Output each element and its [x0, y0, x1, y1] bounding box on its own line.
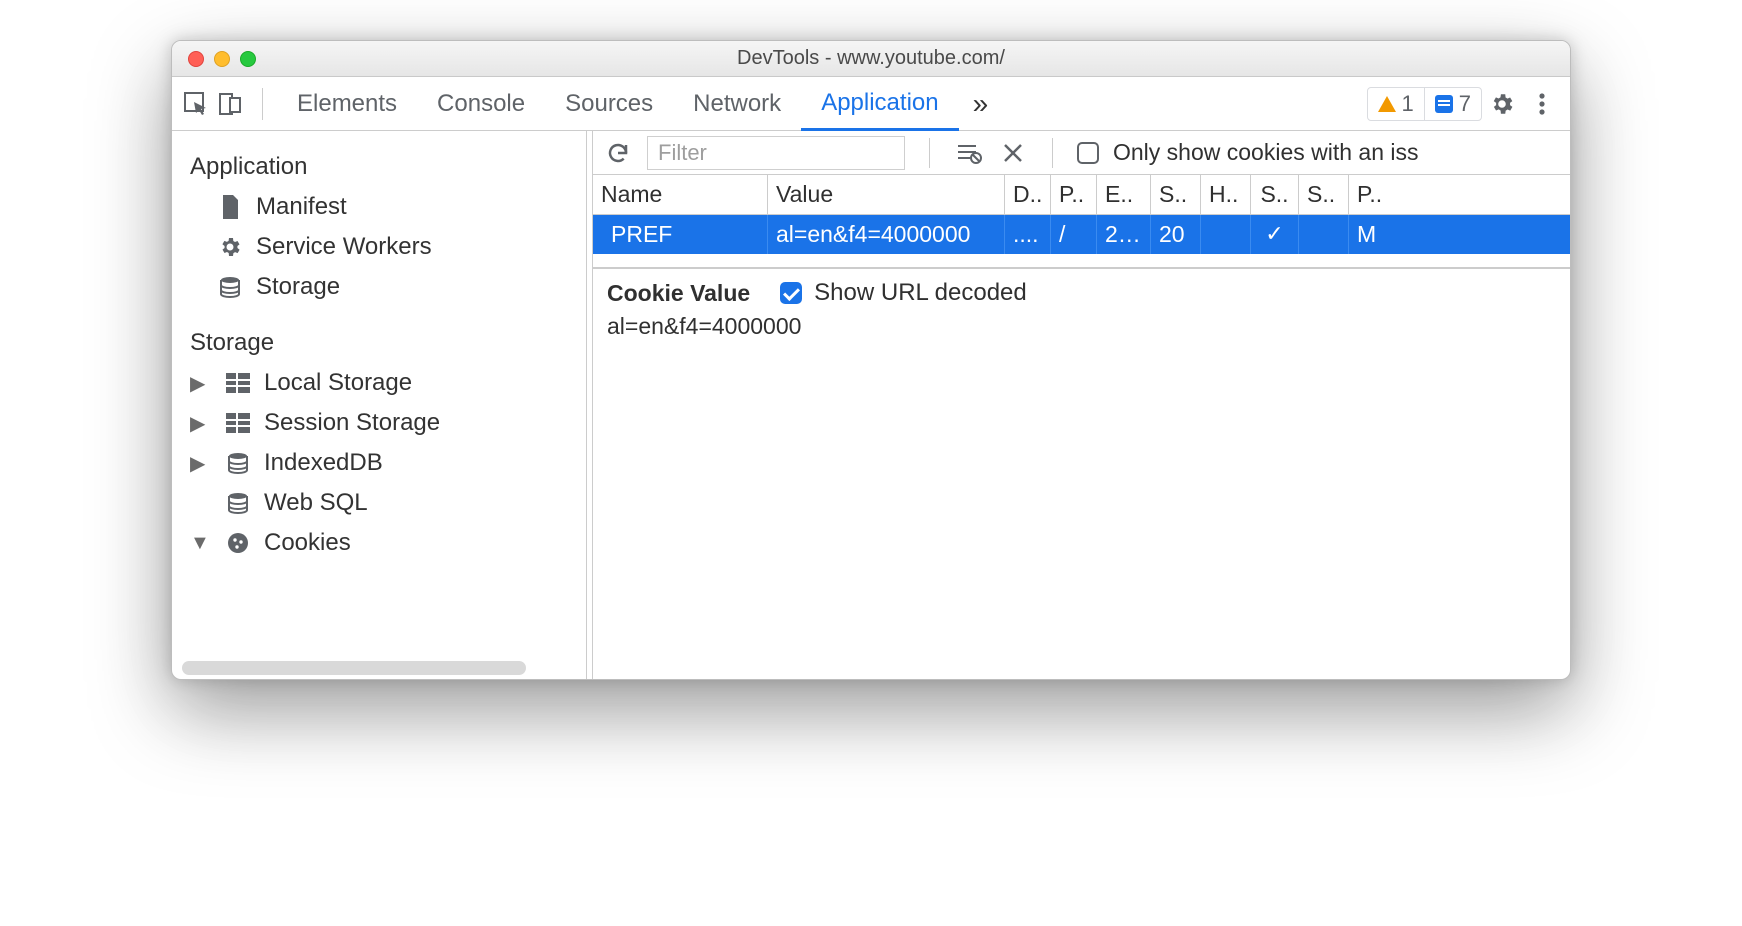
- table-row[interactable]: PREF al=en&f4=4000000 .... / 2… 20 ✓ M: [593, 215, 1570, 254]
- col-path[interactable]: P..: [1051, 175, 1097, 214]
- sidebar-item-service-workers[interactable]: Service Workers: [172, 227, 586, 267]
- more-tabs-button[interactable]: »: [959, 88, 1003, 120]
- sidebar-item-cookies[interactable]: ▼ Cookies: [172, 523, 586, 563]
- sidebar-hscrollbar[interactable]: [182, 661, 526, 675]
- messages-badge[interactable]: 7: [1424, 88, 1481, 120]
- col-httponly[interactable]: H..: [1201, 175, 1251, 214]
- devtools-window: DevTools - www.youtube.com/ Elements Con…: [171, 40, 1571, 680]
- cell-samesite: [1299, 215, 1349, 254]
- tab-console[interactable]: Console: [417, 77, 545, 130]
- col-expires[interactable]: E..: [1097, 175, 1151, 214]
- refresh-button[interactable]: [603, 141, 633, 165]
- warnings-badge[interactable]: 1: [1368, 88, 1424, 120]
- cell-value: al=en&f4=4000000: [768, 215, 1005, 254]
- show-url-decoded-label: Show URL decoded: [814, 279, 1027, 307]
- sidebar-item-session-storage[interactable]: ▶ Session Storage: [172, 403, 586, 443]
- sidebar-item-label: IndexedDB: [264, 449, 383, 477]
- warning-count: 1: [1402, 91, 1414, 117]
- tab-application[interactable]: Application: [801, 78, 958, 131]
- file-icon: [216, 193, 244, 221]
- only-issue-label: Only show cookies with an iss: [1113, 139, 1419, 166]
- only-issue-checkbox[interactable]: [1077, 142, 1099, 164]
- col-size[interactable]: S..: [1151, 175, 1201, 214]
- col-name[interactable]: Name: [593, 175, 768, 214]
- col-domain[interactable]: D..: [1005, 175, 1051, 214]
- cell-name: PREF: [593, 215, 768, 254]
- window-titlebar: DevTools - www.youtube.com/: [172, 41, 1570, 77]
- sidebar-item-storage[interactable]: Storage: [172, 267, 586, 307]
- settings-button[interactable]: [1482, 91, 1522, 117]
- sidebar-item-label: Service Workers: [256, 233, 432, 261]
- panel-tabs: Elements Console Sources Network Applica…: [277, 77, 1002, 130]
- cell-domain: ....: [1005, 215, 1051, 254]
- window-title: DevTools - www.youtube.com/: [172, 47, 1570, 70]
- sidebar-item-label: Web SQL: [264, 489, 368, 517]
- inspect-element-icon[interactable]: [180, 87, 214, 121]
- database-icon: [224, 449, 252, 477]
- cell-expires: 2…: [1097, 215, 1151, 254]
- cookies-table: Name Value D.. P.. E.. S.. H.. S.. S.. P…: [593, 175, 1570, 268]
- cookie-value-heading: Cookie Value: [607, 280, 750, 307]
- show-url-decoded-checkbox[interactable]: [780, 282, 802, 304]
- table-header-row: Name Value D.. P.. E.. S.. H.. S.. S.. P…: [593, 175, 1570, 215]
- cell-path: /: [1051, 215, 1097, 254]
- delete-selected-button[interactable]: [998, 138, 1028, 168]
- cookie-icon: [224, 529, 252, 557]
- issues-badges[interactable]: 1 7: [1367, 87, 1483, 121]
- cookie-value-text: al=en&f4=4000000: [593, 307, 1570, 346]
- sidebar-item-manifest[interactable]: Manifest: [172, 187, 586, 227]
- filter-input[interactable]: [647, 136, 905, 170]
- table-icon: [224, 369, 252, 397]
- tab-sources[interactable]: Sources: [545, 77, 673, 130]
- sidebar-item-label: Session Storage: [264, 409, 440, 437]
- cell-secure: ✓: [1251, 215, 1299, 254]
- gear-icon: [216, 233, 244, 261]
- cookies-panel: Only show cookies with an iss Name Value…: [593, 131, 1570, 679]
- col-samesite[interactable]: S..: [1299, 175, 1349, 214]
- chevron-down-icon: ▼: [190, 532, 204, 555]
- cell-httponly: [1201, 215, 1251, 254]
- sidebar-item-label: Manifest: [256, 193, 347, 221]
- cookies-toolbar: Only show cookies with an iss: [593, 131, 1570, 175]
- warning-icon: [1378, 96, 1396, 112]
- sidebar-item-label: Local Storage: [264, 369, 412, 397]
- sidebar-item-label: Cookies: [264, 529, 351, 557]
- chevron-right-icon: ▶: [190, 371, 204, 396]
- col-value[interactable]: Value: [768, 175, 1005, 214]
- table-icon: [224, 409, 252, 437]
- message-count: 7: [1459, 91, 1471, 117]
- chevron-right-icon: ▶: [190, 411, 204, 436]
- more-options-button[interactable]: [1522, 92, 1562, 116]
- cell-priority: M: [1349, 215, 1393, 254]
- clear-all-button[interactable]: [954, 138, 984, 168]
- sidebar-item-local-storage[interactable]: ▶ Local Storage: [172, 363, 586, 403]
- sidebar-item-web-sql[interactable]: ▶ Web SQL: [172, 483, 586, 523]
- col-priority[interactable]: P..: [1349, 175, 1393, 214]
- sidebar-item-indexeddb[interactable]: ▶ IndexedDB: [172, 443, 586, 483]
- cookie-detail-pane: Cookie Value Show URL decoded al=en&f4=4…: [593, 268, 1570, 679]
- devtools-toolbar: Elements Console Sources Network Applica…: [172, 77, 1570, 131]
- chevron-right-icon: ▶: [190, 451, 204, 476]
- application-sidebar: Application Manifest Service Workers Sto…: [172, 131, 587, 679]
- sidebar-item-label: Storage: [256, 273, 340, 301]
- database-icon: [216, 273, 244, 301]
- message-icon: [1435, 95, 1453, 113]
- cell-size: 20: [1151, 215, 1201, 254]
- tab-network[interactable]: Network: [673, 77, 801, 130]
- device-toolbar-icon[interactable]: [214, 87, 248, 121]
- col-secure[interactable]: S..: [1251, 175, 1299, 214]
- database-icon: [224, 489, 252, 517]
- sidebar-section-storage: Storage: [172, 307, 586, 363]
- tab-elements[interactable]: Elements: [277, 77, 417, 130]
- sidebar-section-application: Application: [172, 131, 586, 187]
